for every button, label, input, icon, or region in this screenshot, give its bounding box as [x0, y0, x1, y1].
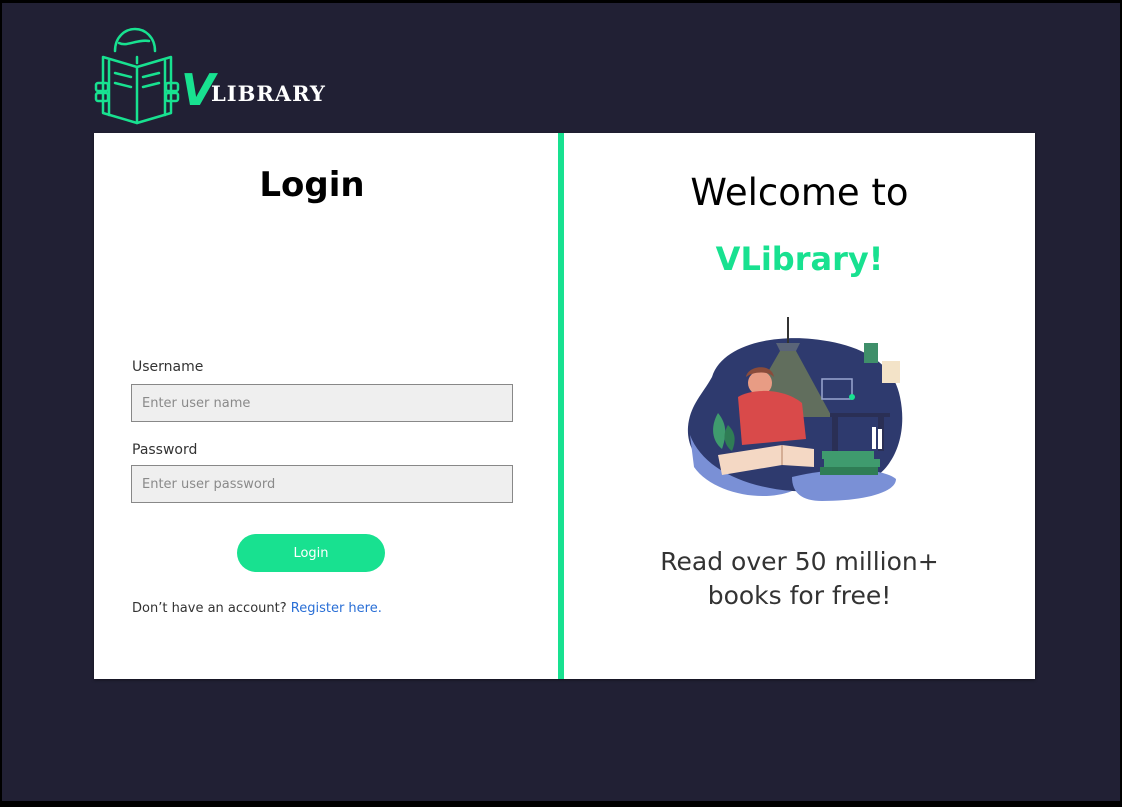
username-label: Username [132, 359, 204, 375]
password-label: Password [132, 442, 198, 458]
logo-wordmark: LIBRARY [211, 81, 326, 106]
register-prompt-text: Don’t have an account? [132, 601, 287, 616]
register-link[interactable]: Register here. [291, 601, 382, 616]
username-input[interactable] [131, 384, 513, 422]
book-reader-icon: V LIBRARY [94, 27, 326, 125]
tagline-line-1: Read over 50 million+ [660, 547, 939, 576]
tagline-line-2: books for free! [707, 581, 892, 610]
welcome-heading: Welcome to [690, 171, 909, 214]
person-reading-book-illustration [682, 317, 910, 512]
password-input[interactable] [131, 465, 513, 503]
vlibrary-logo[interactable]: V LIBRARY [93, 27, 353, 127]
app-background: V LIBRARY Login Username Password Login … [2, 3, 1120, 801]
welcome-brand-name: VLibrary! [715, 240, 884, 278]
login-button[interactable]: Login [237, 534, 385, 572]
login-heading: Login [259, 165, 365, 205]
login-card: Login Username Password Login Don’t have… [94, 133, 1035, 679]
register-prompt-line: Don’t have an account? Register here. [132, 601, 382, 616]
tagline: Read over 50 million+ books for free! [564, 545, 1035, 613]
